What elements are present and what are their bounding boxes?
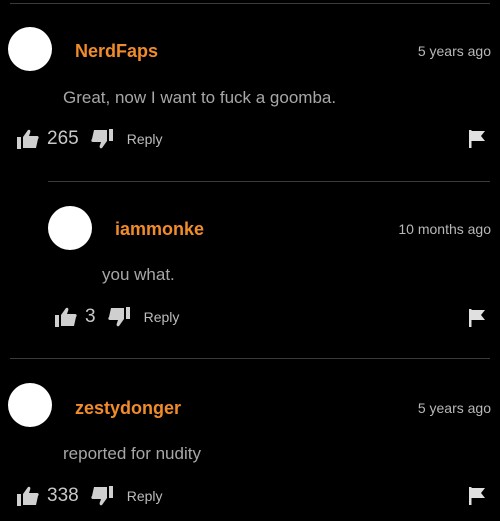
comment-card: NerdFaps 5 years ago Great, now I want t… (0, 0, 500, 170)
like-count: 265 (47, 128, 79, 149)
thumbs-up-icon[interactable] (55, 307, 77, 327)
comment-username[interactable]: zestydonger (75, 398, 181, 419)
thumbs-up-icon[interactable] (17, 129, 39, 149)
comment-username[interactable]: NerdFaps (75, 41, 158, 62)
comment-actions: 265 Reply (17, 128, 163, 150)
thumbs-down-icon[interactable] (107, 307, 130, 327)
comment-actions: 338 Reply (17, 485, 163, 507)
comment-actions: 3 Reply (55, 306, 179, 328)
comment-timestamp: 5 years ago (417, 400, 491, 416)
comment-timestamp: 5 years ago (417, 43, 491, 59)
thumbs-down-icon[interactable] (91, 486, 113, 506)
comment-text: you what. (102, 265, 175, 284)
comment-card: zestydonger 5 years ago reported for nud… (0, 358, 500, 521)
avatar[interactable] (8, 27, 52, 71)
comment-text: reported for nudity (63, 444, 201, 463)
comment-timestamp: 10 months ago (398, 221, 491, 237)
avatar[interactable] (8, 383, 52, 427)
flag-icon[interactable] (469, 130, 485, 148)
like-count: 3 (85, 306, 96, 327)
comment-username[interactable]: iammonke (115, 219, 204, 240)
thumbs-up-icon[interactable] (17, 486, 39, 506)
reply-button[interactable]: Reply (127, 131, 163, 147)
reply-button[interactable]: Reply (144, 309, 180, 325)
flag-icon[interactable] (469, 487, 485, 505)
reply-button[interactable]: Reply (127, 488, 163, 504)
comment-card-reply: iammonke 10 months ago you what. 3 Reply (0, 181, 500, 351)
flag-icon[interactable] (469, 309, 485, 327)
thumbs-down-icon[interactable] (91, 129, 113, 149)
avatar[interactable] (48, 206, 92, 250)
comment-text: Great, now I want to fuck a goomba. (63, 88, 337, 107)
like-count: 338 (47, 485, 79, 506)
